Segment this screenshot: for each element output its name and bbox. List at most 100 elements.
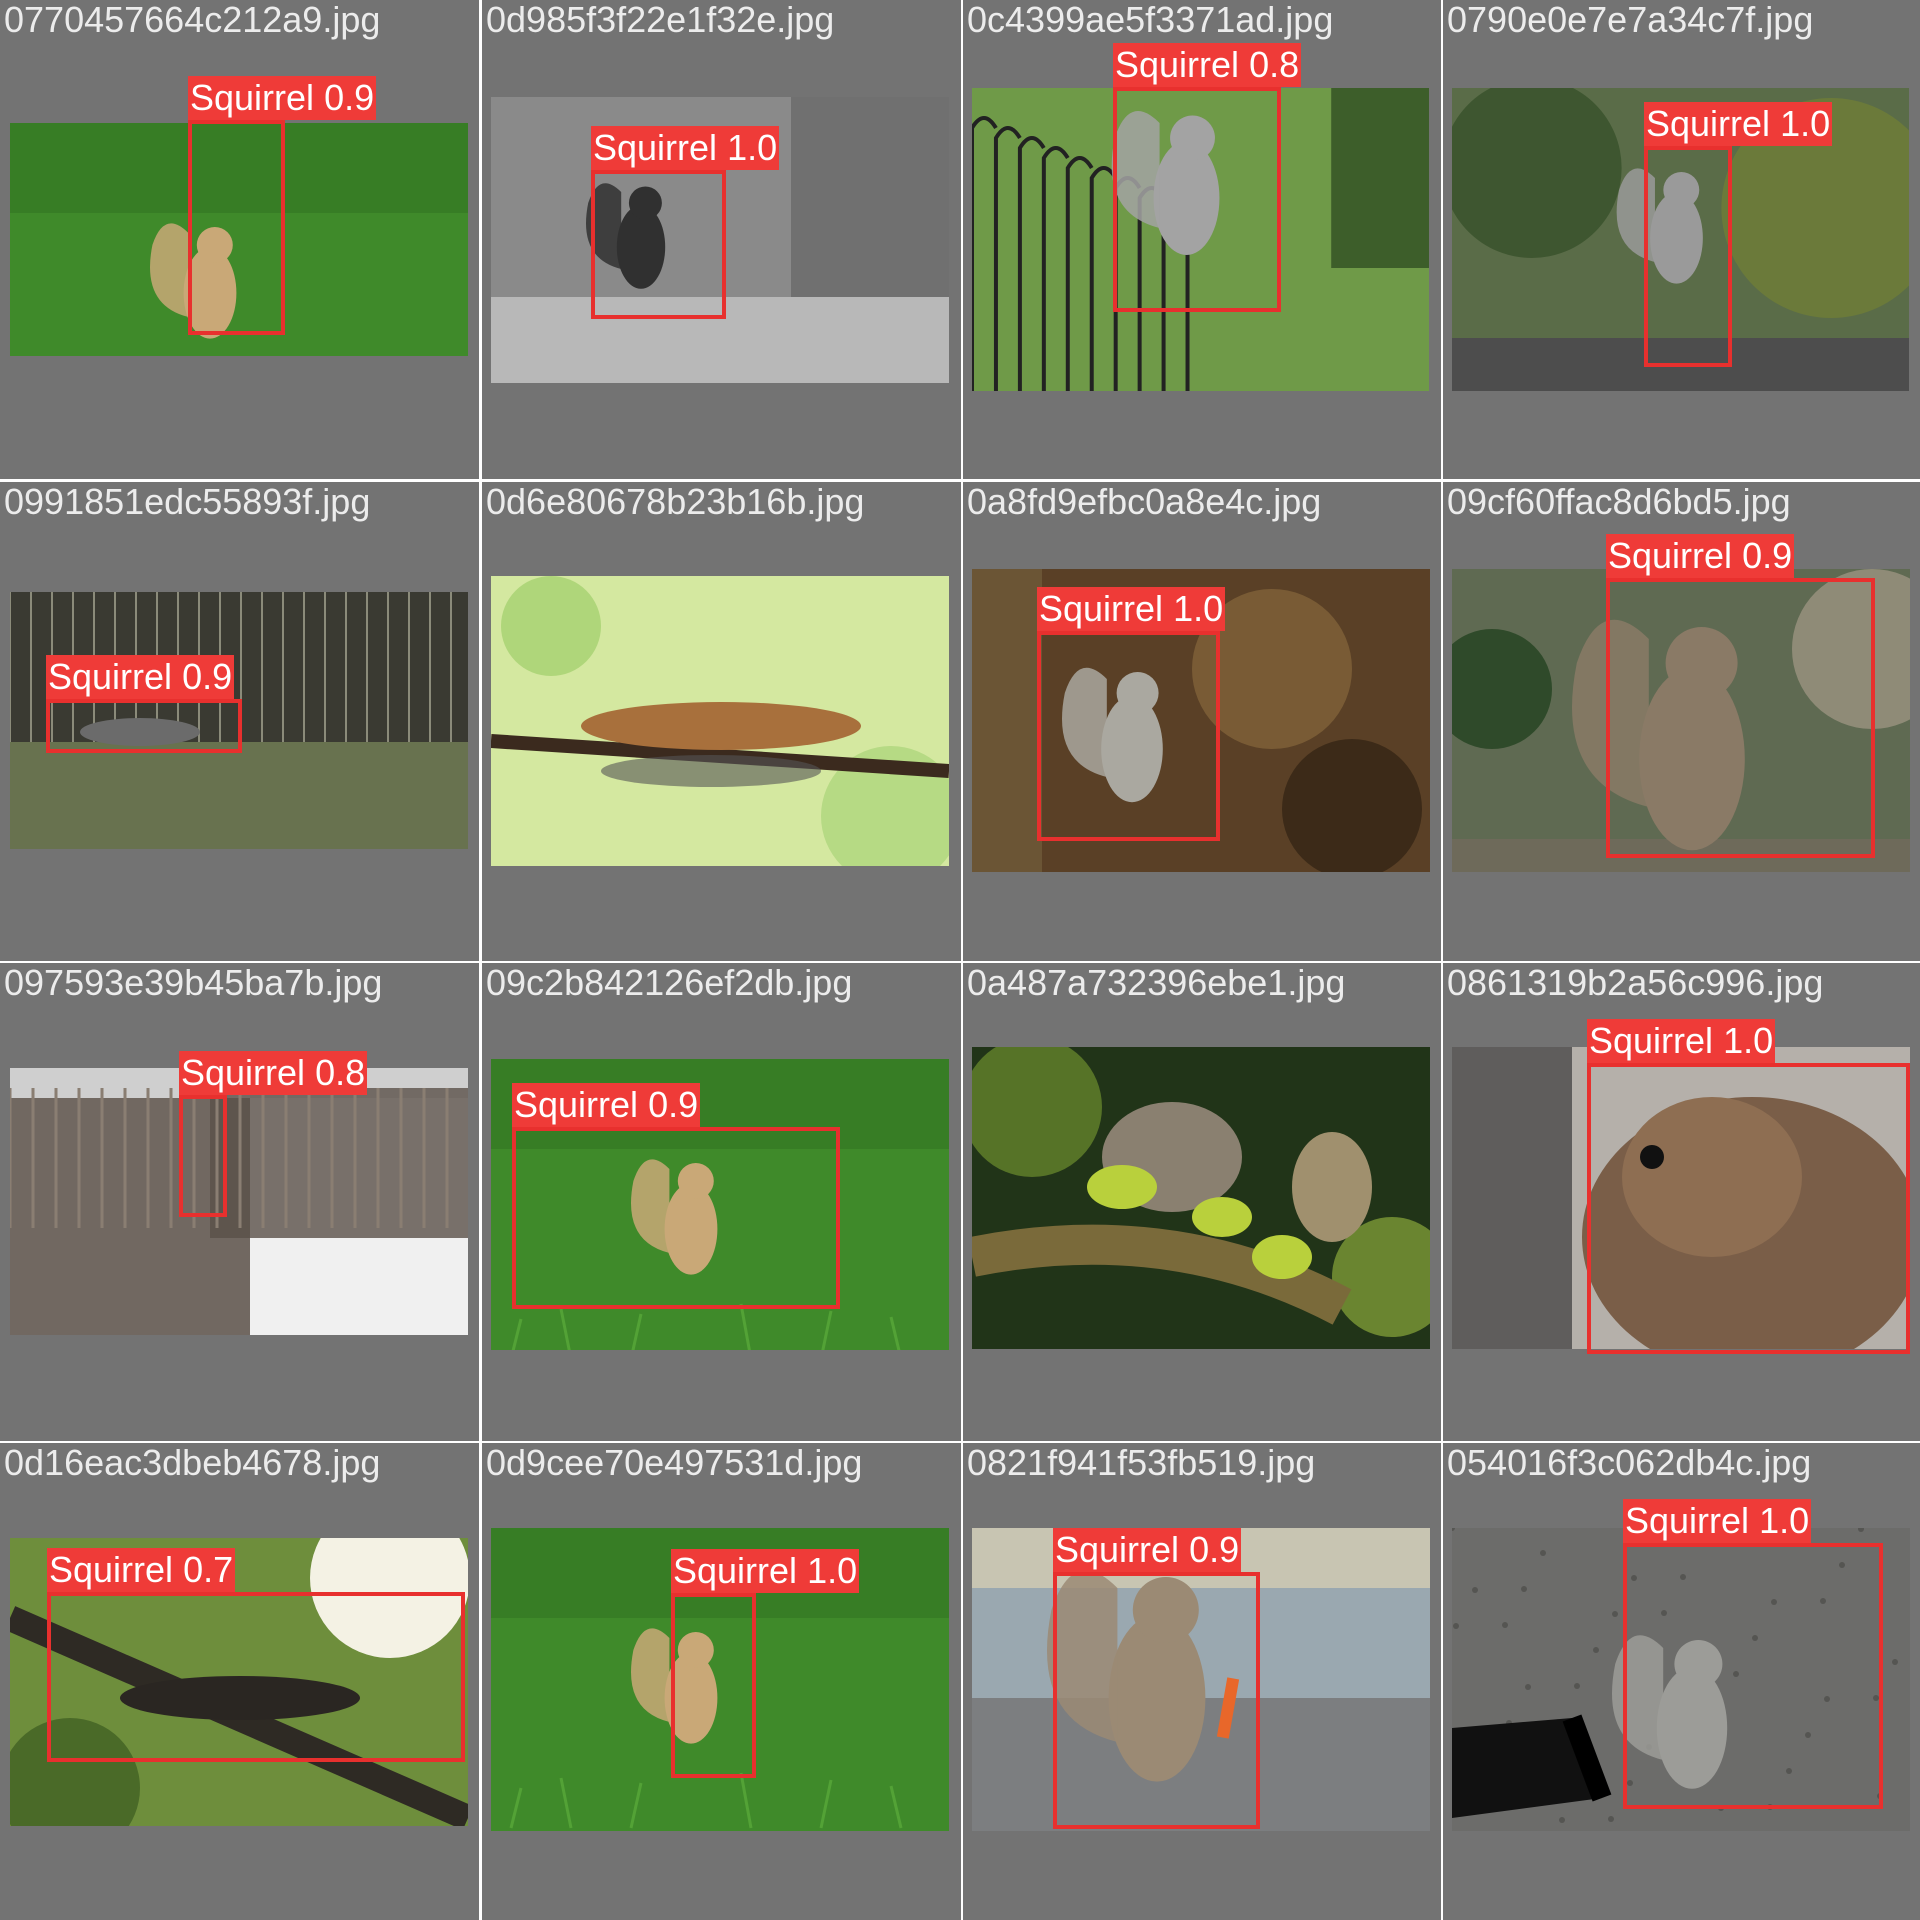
- detection-label: Squirrel 0.7: [47, 1548, 236, 1592]
- detection-label: Squirrel 0.9: [46, 655, 235, 699]
- grid-cell: 097593e39b45ba7b.jpg Squirrel 0.8: [0, 963, 479, 1441]
- photo: [491, 576, 949, 866]
- grid-cell: 0d6e80678b23b16b.jpg: [482, 482, 961, 961]
- detection-label: Squirrel 0.9: [512, 1083, 701, 1127]
- grid-cell: 054016f3c062db4c.jpg Squirrel 1.0: [1443, 1443, 1920, 1920]
- grid-cell: 09c2b842126ef2db.jpg Squirrel 0.9: [482, 963, 961, 1441]
- image-grid: 0770457664c212a9.jpg Squirrel 0.9 0d985f3…: [0, 0, 1920, 1920]
- class-name: Squirrel: [181, 1052, 306, 1093]
- image-filename: 0a8fd9efbc0a8e4c.jpg: [967, 482, 1322, 522]
- detection: Squirrel 0.8: [1113, 43, 1302, 312]
- bounding-box: [1113, 87, 1281, 312]
- squirrel-photo: [491, 576, 949, 866]
- bounding-box: [188, 120, 285, 335]
- confidence-score: 0.9: [324, 77, 375, 118]
- confidence-score: 1.0: [1723, 1020, 1774, 1061]
- grid-cell: 09cf60ffac8d6bd5.jpg Squirrel 0.9: [1443, 482, 1920, 961]
- detection: Squirrel 0.9: [512, 1083, 840, 1309]
- detection: Squirrel 1.0: [1037, 587, 1226, 841]
- class-name: Squirrel: [49, 1549, 174, 1590]
- class-name: Squirrel: [1055, 1529, 1180, 1570]
- squirrel-photo: [972, 1047, 1430, 1349]
- bounding-box: [47, 1592, 465, 1762]
- bounding-box: [179, 1095, 227, 1217]
- detection-label: Squirrel 0.9: [1606, 534, 1795, 578]
- class-name: Squirrel: [1625, 1500, 1750, 1541]
- grid-cell: 0d985f3f22e1f32e.jpg Squirrel 1.0: [482, 0, 961, 479]
- image-filename: 0790e0e7e7a34c7f.jpg: [1447, 0, 1814, 40]
- image-filename: 0d6e80678b23b16b.jpg: [486, 482, 865, 522]
- class-name: Squirrel: [673, 1550, 798, 1591]
- detection: Squirrel 0.9: [46, 655, 242, 753]
- confidence-score: 0.9: [1189, 1529, 1240, 1570]
- class-name: Squirrel: [1608, 535, 1733, 576]
- detection: Squirrel 0.9: [1606, 534, 1875, 858]
- image-filename: 0d9cee70e497531d.jpg: [486, 1443, 863, 1483]
- image-filename: 0d16eac3dbeb4678.jpg: [4, 1443, 381, 1483]
- grid-cell: 0a487a732396ebe1.jpg: [963, 963, 1441, 1441]
- grid-cell: 0770457664c212a9.jpg Squirrel 0.9: [0, 0, 479, 479]
- image-filename: 0770457664c212a9.jpg: [4, 0, 381, 40]
- confidence-score: 1.0: [807, 1550, 858, 1591]
- confidence-score: 1.0: [1173, 588, 1224, 629]
- image-filename: 054016f3c062db4c.jpg: [1447, 1443, 1812, 1483]
- confidence-score: 1.0: [1780, 103, 1831, 144]
- grid-cell: 0861319b2a56c996.jpg Squirrel 1.0: [1443, 963, 1920, 1441]
- grid-cell: 0991851edc55893f.jpg Squirrel 0.9: [0, 482, 479, 961]
- grid-cell: 0790e0e7e7a34c7f.jpg Squirrel 1.0: [1443, 0, 1920, 479]
- confidence-score: 0.8: [1249, 44, 1300, 85]
- bounding-box: [671, 1593, 756, 1778]
- bounding-box: [1623, 1543, 1883, 1809]
- grid-cell: 0821f941f53fb519.jpg Squirrel 0.9: [963, 1443, 1441, 1920]
- detection-label: Squirrel 0.8: [179, 1051, 368, 1095]
- image-filename: 09cf60ffac8d6bd5.jpg: [1447, 482, 1791, 522]
- image-filename: 0821f941f53fb519.jpg: [967, 1443, 1316, 1483]
- detection: Squirrel 0.8: [179, 1051, 368, 1217]
- detection: Squirrel 0.9: [188, 76, 377, 335]
- image-filename: 0d985f3f22e1f32e.jpg: [486, 0, 835, 40]
- image-filename: 0861319b2a56c996.jpg: [1447, 963, 1824, 1003]
- class-name: Squirrel: [1589, 1020, 1714, 1061]
- class-name: Squirrel: [1115, 44, 1240, 85]
- squirrel-photo: [10, 1068, 468, 1335]
- bounding-box: [1644, 146, 1732, 367]
- bounding-box: [1053, 1572, 1260, 1829]
- bounding-box: [591, 170, 726, 319]
- detection-label: Squirrel 0.9: [188, 76, 377, 120]
- detection: Squirrel 1.0: [671, 1549, 860, 1778]
- bounding-box: [1037, 631, 1220, 841]
- confidence-score: 1.0: [1759, 1500, 1810, 1541]
- confidence-score: 0.8: [315, 1052, 366, 1093]
- bounding-box: [1587, 1063, 1910, 1354]
- bounding-box: [1606, 578, 1875, 858]
- image-filename: 09c2b842126ef2db.jpg: [486, 963, 853, 1003]
- image-filename: 097593e39b45ba7b.jpg: [4, 963, 383, 1003]
- detection-label: Squirrel 1.0: [1644, 102, 1833, 146]
- grid-cell: 0c4399ae5f3371ad.jpg Squirrel 0.8: [963, 0, 1441, 479]
- confidence-score: 0.9: [182, 656, 233, 697]
- class-name: Squirrel: [1646, 103, 1771, 144]
- confidence-score: 1.0: [727, 127, 778, 168]
- image-filename: 0a487a732396ebe1.jpg: [967, 963, 1346, 1003]
- detection-label: Squirrel 0.9: [1053, 1528, 1242, 1572]
- detection: Squirrel 1.0: [591, 126, 780, 319]
- detection: Squirrel 0.9: [1053, 1528, 1260, 1829]
- confidence-score: 0.9: [648, 1084, 699, 1125]
- detection-label: Squirrel 1.0: [1037, 587, 1226, 631]
- bounding-box: [46, 699, 242, 753]
- detection-label: Squirrel 1.0: [1587, 1019, 1776, 1063]
- confidence-score: 0.7: [183, 1549, 234, 1590]
- class-name: Squirrel: [48, 656, 173, 697]
- class-name: Squirrel: [514, 1084, 639, 1125]
- image-filename: 0c4399ae5f3371ad.jpg: [967, 0, 1334, 40]
- class-name: Squirrel: [1039, 588, 1164, 629]
- photo: [10, 1068, 468, 1335]
- detection-label: Squirrel 1.0: [671, 1549, 860, 1593]
- photo: [972, 1047, 1430, 1349]
- detection-label: Squirrel 0.8: [1113, 43, 1302, 87]
- grid-cell: 0d9cee70e497531d.jpg Squirrel 1.0: [482, 1443, 961, 1920]
- detection-label: Squirrel 1.0: [591, 126, 780, 170]
- grid-cell: 0a8fd9efbc0a8e4c.jpg Squirrel 1.0: [963, 482, 1441, 961]
- detection-label: Squirrel 1.0: [1623, 1499, 1812, 1543]
- image-filename: 0991851edc55893f.jpg: [4, 482, 371, 522]
